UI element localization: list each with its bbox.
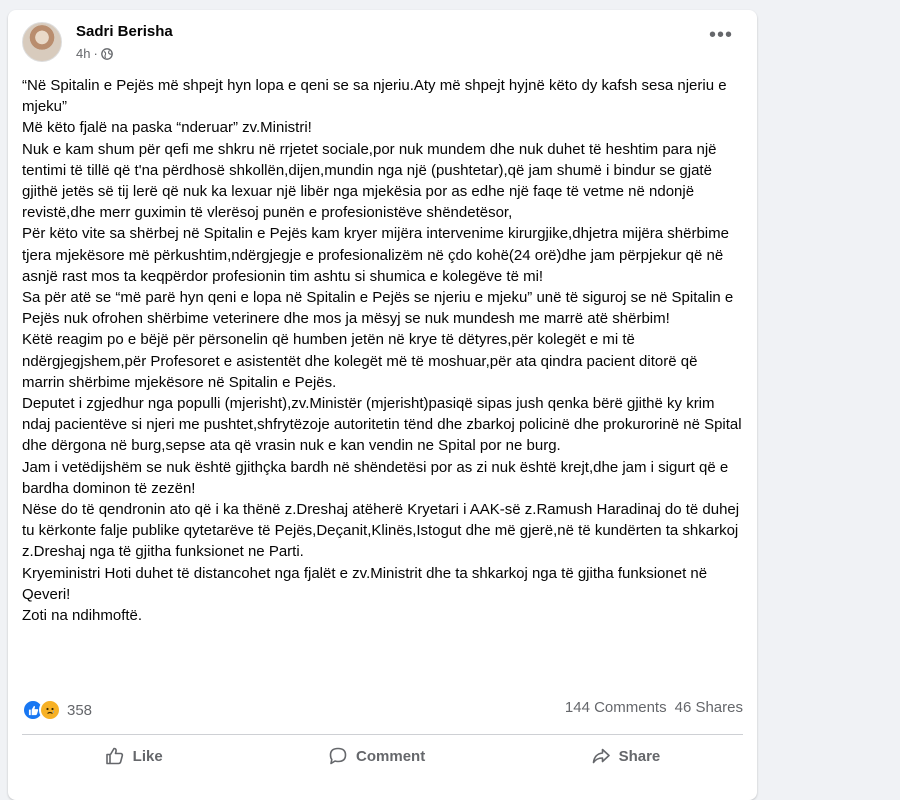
post-card: Sadri Berisha 4h · ••• “Në Spitalin e Pe… bbox=[8, 10, 757, 800]
post-paragraph: “Në Spitalin e Pejës më shpejt hyn lopa … bbox=[22, 77, 727, 116]
thumbs-up-icon bbox=[105, 747, 123, 765]
actions-divider bbox=[22, 734, 743, 735]
post-paragraph: Për këto vite sa shërbej në Spitalin e P… bbox=[22, 225, 729, 285]
meta-separator: · bbox=[93, 46, 98, 61]
engagement-counts: 144 Comments 46 Shares bbox=[565, 699, 743, 716]
post-paragraph: Deputet i zgjedhur nga populli (mjerisht… bbox=[22, 395, 742, 455]
post-paragraph: Sa për atë se “më parë hyn qeni e lopa n… bbox=[22, 289, 734, 328]
more-options-button[interactable]: ••• bbox=[705, 25, 737, 50]
globe-icon[interactable] bbox=[100, 47, 113, 60]
reaction-count: 358 bbox=[67, 701, 93, 719]
comment-button[interactable]: Comment bbox=[316, 740, 437, 772]
post-actions: Like Comment Share bbox=[22, 738, 743, 774]
post-paragraph: Më këto fjalë na paska “nderuar” zv.Mini… bbox=[22, 119, 312, 137]
share-label: Share bbox=[618, 747, 661, 765]
post-meta: 4h · bbox=[76, 46, 113, 61]
post-paragraph: Jam i vetëdijshëm se nuk është gjithçka … bbox=[22, 458, 729, 497]
share-arrow-icon bbox=[592, 748, 610, 764]
shares-count[interactable]: 46 Shares bbox=[675, 699, 743, 716]
comments-count[interactable]: 144 Comments bbox=[565, 699, 667, 716]
post-paragraph: Këtë reagim po e bëjë për përsonelin që … bbox=[22, 331, 698, 391]
share-button[interactable]: Share bbox=[579, 740, 673, 772]
like-label: Like bbox=[132, 747, 163, 765]
comment-label: Comment bbox=[356, 747, 426, 765]
post-time[interactable]: 4h bbox=[76, 46, 90, 61]
post-paragraph: Nëse do të qendronin ato që i ka thënë z… bbox=[22, 501, 740, 561]
post-header: Sadri Berisha 4h · ••• bbox=[22, 22, 743, 66]
post-paragraph: Nuk e kam shum për qefi me shkru në rrje… bbox=[22, 140, 717, 222]
post-stats: 358 144 Comments 46 Shares bbox=[22, 696, 743, 722]
author-avatar[interactable] bbox=[22, 22, 62, 62]
post-paragraph: Zoti na ndihmoftë. bbox=[22, 607, 143, 625]
reactions-summary[interactable]: 358 bbox=[22, 699, 92, 721]
author-name[interactable]: Sadri Berisha bbox=[76, 23, 173, 40]
post-paragraph: Kryeministri Hoti duhet të distancohet n… bbox=[22, 564, 708, 603]
post-text: “Në Spitalin e Pejës më shpejt hyn lopa … bbox=[22, 75, 744, 626]
sad-reaction-icon bbox=[39, 699, 61, 721]
like-button[interactable]: Like bbox=[93, 740, 175, 772]
speech-bubble-icon bbox=[329, 747, 347, 765]
